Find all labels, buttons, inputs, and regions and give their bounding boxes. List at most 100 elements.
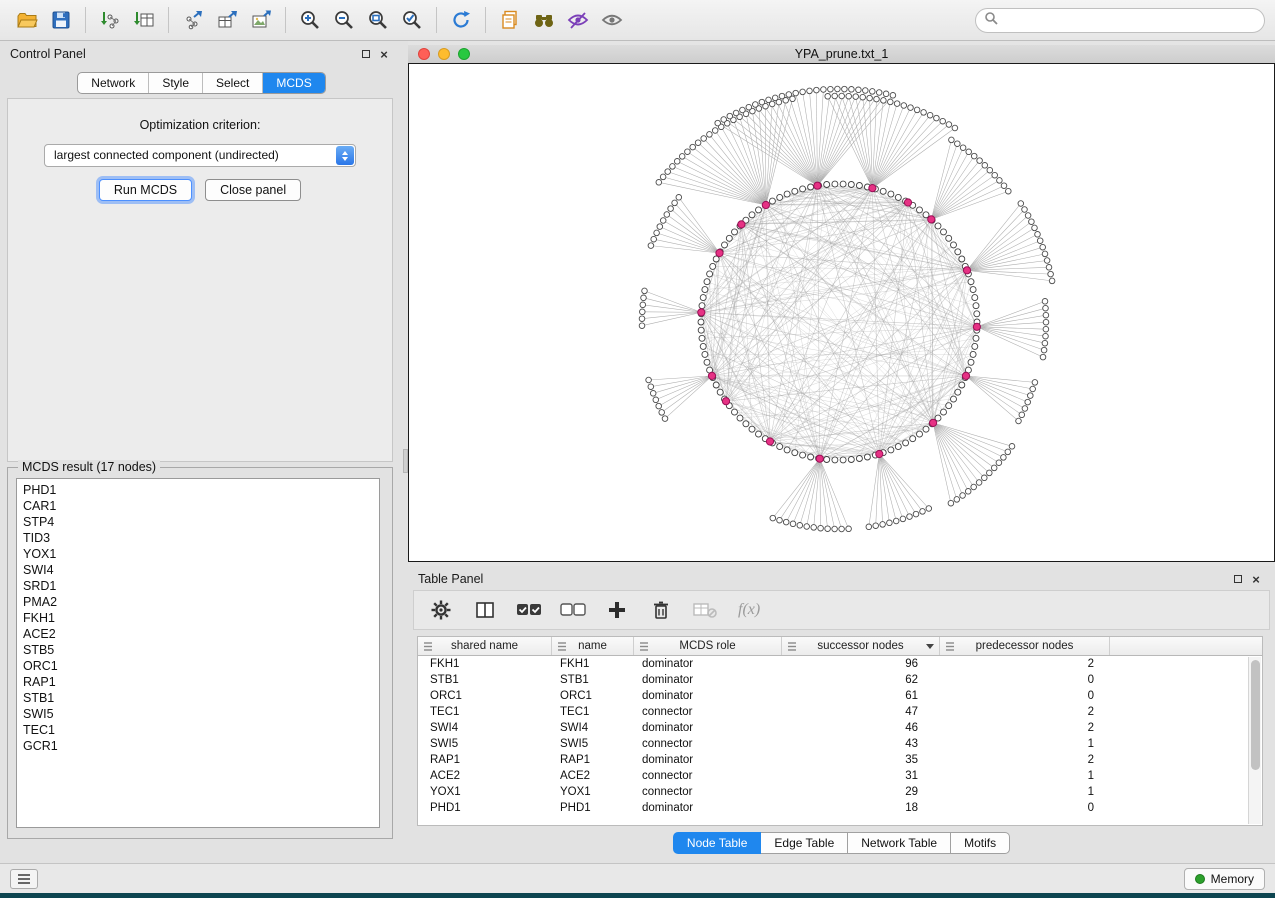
tab-select[interactable]: Select <box>202 73 262 93</box>
export-image-icon[interactable] <box>244 5 278 35</box>
table-cell: 1 <box>940 768 1110 784</box>
table-row[interactable]: ACE2ACE2connector311 <box>418 768 1262 784</box>
maximize-window-icon[interactable] <box>458 48 470 60</box>
network-window-titlebar[interactable]: YPA_prune.txt_1 <box>408 45 1275 63</box>
table-row[interactable]: FKH1FKH1dominator962 <box>418 656 1262 672</box>
tab-style[interactable]: Style <box>148 73 202 93</box>
mcds-result-item[interactable]: YOX1 <box>17 546 379 562</box>
run-mcds-button[interactable]: Run MCDS <box>99 179 192 201</box>
column-header-predecessor-nodes[interactable]: predecessor nodes <box>940 637 1110 655</box>
mcds-result-item[interactable]: TID3 <box>17 530 379 546</box>
zoom-in-icon[interactable] <box>293 5 327 35</box>
column-header-shared-name[interactable]: shared name <box>418 637 552 655</box>
apply-style-icon[interactable] <box>561 5 595 35</box>
mcds-result-item[interactable]: TEC1 <box>17 722 379 738</box>
columns-icon[interactable] <box>470 596 500 624</box>
search-input[interactable] <box>1003 14 1264 28</box>
column-header-name[interactable]: name <box>552 637 634 655</box>
open-file-icon[interactable] <box>10 5 44 35</box>
search-network-icon[interactable] <box>527 5 561 35</box>
copy-style-icon[interactable] <box>493 5 527 35</box>
node-table[interactable]: shared namenameMCDS rolesuccessor nodesp… <box>417 636 1263 826</box>
table-row[interactable]: ORC1ORC1dominator610 <box>418 688 1262 704</box>
close-table-panel-icon[interactable]: × <box>1247 571 1265 587</box>
select-all-icon[interactable] <box>514 596 544 624</box>
deselect-all-icon[interactable] <box>558 596 588 624</box>
zoom-selected-icon[interactable] <box>395 5 429 35</box>
table-cell: PHD1 <box>418 800 552 816</box>
zoom-fit-icon[interactable] <box>361 5 395 35</box>
mcds-result-item[interactable]: FKH1 <box>17 610 379 626</box>
table-row[interactable]: SWI5SWI5connector431 <box>418 736 1262 752</box>
export-table-icon[interactable] <box>210 5 244 35</box>
mcds-result-item[interactable]: STB1 <box>17 690 379 706</box>
table-row[interactable]: PHD1PHD1dominator180 <box>418 800 1262 816</box>
edit-disabled-icon[interactable] <box>690 596 720 624</box>
column-header-successor-nodes[interactable]: successor nodes <box>782 637 940 655</box>
memory-button[interactable]: Memory <box>1184 868 1265 890</box>
mcds-result-item[interactable]: PMA2 <box>17 594 379 610</box>
mcds-result-list[interactable]: PHD1CAR1STP4TID3YOX1SWI4SRD1PMA2FKH1ACE2… <box>16 478 380 828</box>
table-cell: 35 <box>782 752 940 768</box>
save-session-icon[interactable] <box>44 5 78 35</box>
refresh-layout-icon[interactable] <box>444 5 478 35</box>
table-row[interactable]: STB1STB1dominator620 <box>418 672 1262 688</box>
sort-icon <box>423 641 433 655</box>
delete-rows-icon[interactable] <box>646 596 676 624</box>
minimize-window-icon[interactable] <box>438 48 450 60</box>
table-scrollbar[interactable] <box>1248 657 1261 824</box>
table-cell: dominator <box>634 752 782 768</box>
settings-icon[interactable] <box>426 596 456 624</box>
table-cell: RAP1 <box>418 752 552 768</box>
float-table-panel-icon[interactable] <box>1229 571 1247 587</box>
mcds-result-item[interactable]: ACE2 <box>17 626 379 642</box>
mcds-result-item[interactable]: STP4 <box>17 514 379 530</box>
mcds-result-item[interactable]: CAR1 <box>17 498 379 514</box>
mcds-result-item[interactable]: ORC1 <box>17 658 379 674</box>
tab-motifs[interactable]: Motifs <box>951 832 1010 854</box>
tab-node-table[interactable]: Node Table <box>673 832 762 854</box>
mcds-result-item[interactable]: SWI4 <box>17 562 379 578</box>
table-cell: 47 <box>782 704 940 720</box>
mcds-result-item[interactable]: SRD1 <box>17 578 379 594</box>
mcds-result-group: MCDS result (17 nodes) PHD1CAR1STP4TID3Y… <box>7 467 393 839</box>
status-bar: Memory <box>0 863 1275 893</box>
table-row[interactable]: TEC1TEC1connector472 <box>418 704 1262 720</box>
table-scrollbar-thumb[interactable] <box>1251 660 1260 770</box>
import-table-icon[interactable] <box>127 5 161 35</box>
table-row[interactable]: RAP1RAP1dominator352 <box>418 752 1262 768</box>
close-panel-button[interactable]: Close panel <box>205 179 301 201</box>
optimization-criterion-select[interactable]: largest connected component (undirected) <box>44 144 356 167</box>
tab-network[interactable]: Network <box>78 73 148 93</box>
table-cell: RAP1 <box>552 752 634 768</box>
close-panel-icon[interactable]: × <box>375 46 393 62</box>
tab-mcds[interactable]: MCDS <box>262 73 324 93</box>
mcds-result-item[interactable]: STB5 <box>17 642 379 658</box>
sort-caret-icon <box>926 644 934 649</box>
import-network-icon[interactable] <box>93 5 127 35</box>
column-header-MCDS-role[interactable]: MCDS role <box>634 637 782 655</box>
table-row[interactable]: SWI4SWI4dominator462 <box>418 720 1262 736</box>
tab-network-table[interactable]: Network Table <box>848 832 951 854</box>
search-box[interactable] <box>975 8 1265 33</box>
table-cell: dominator <box>634 800 782 816</box>
function-builder-icon[interactable]: f(x) <box>738 601 760 619</box>
table-cell: YOX1 <box>552 784 634 800</box>
network-canvas[interactable] <box>408 63 1275 562</box>
table-row[interactable]: YOX1YOX1connector291 <box>418 784 1262 800</box>
mcds-result-item[interactable]: PHD1 <box>17 482 379 498</box>
table-cell: 62 <box>782 672 940 688</box>
close-window-icon[interactable] <box>418 48 430 60</box>
status-menu-button[interactable] <box>10 869 38 889</box>
mcds-result-item[interactable]: RAP1 <box>17 674 379 690</box>
mcds-result-item[interactable]: SWI5 <box>17 706 379 722</box>
mcds-result-item[interactable]: GCR1 <box>17 738 379 754</box>
main-toolbar <box>0 0 1275 41</box>
float-panel-icon[interactable] <box>357 46 375 62</box>
show-graphics-details-icon[interactable] <box>595 5 629 35</box>
tab-edge-table[interactable]: Edge Table <box>761 832 848 854</box>
table-panel-title: Table Panel <box>418 572 483 586</box>
zoom-out-icon[interactable] <box>327 5 361 35</box>
export-network-icon[interactable] <box>176 5 210 35</box>
add-row-icon[interactable] <box>602 596 632 624</box>
